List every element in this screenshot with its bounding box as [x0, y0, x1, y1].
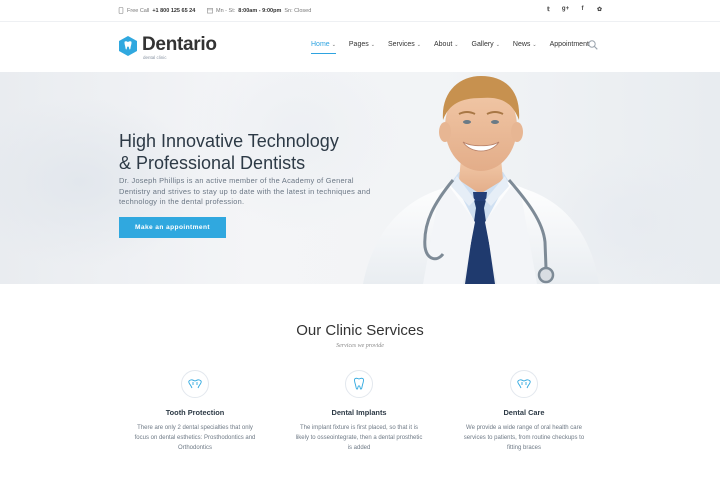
service-card-text: We provide a wide range of oral health c…	[463, 425, 585, 451]
service-card-tooth-protection: Tooth Protection There are only 2 dental…	[130, 370, 260, 453]
chevron-down-icon: ⌄	[331, 42, 336, 48]
nav-item-label: Pages	[348, 41, 369, 48]
nav-item-label: Home	[311, 41, 330, 48]
nav-item-label: Gallery	[471, 41, 494, 48]
tooth-icon	[345, 370, 373, 398]
search-icon[interactable]	[588, 40, 598, 50]
nav-item-services[interactable]: Services ⌄	[388, 41, 421, 48]
hero-description: Dr. Joseph Phillips is an active member …	[119, 176, 371, 206]
service-card-dental-care: Dental Care We provide a wide range of o…	[459, 370, 589, 453]
hero-title-line-1: High Innovative Technology	[119, 131, 339, 151]
service-card-text: There are only 2 dental specialties that…	[134, 425, 256, 451]
chevron-down-icon: ⌄	[454, 42, 459, 48]
doctor-photo	[363, 76, 599, 284]
top-bar: Free Call +1 800 125 65 24 Mn - St: 8:00…	[0, 0, 720, 22]
hero-title: High Innovative Technology & Professiona…	[119, 130, 379, 174]
nav-item-label: Appointment	[549, 41, 589, 48]
phone-info: Free Call +1 800 125 65 24	[118, 7, 195, 14]
hero-section: High Innovative Technology & Professiona…	[0, 72, 720, 284]
site-header: Dentario dental clinic Home ⌄ Pages ⌄ Serv…	[0, 22, 720, 72]
hero-title-line-2: & Professional Dentists	[119, 153, 306, 173]
main-nav: Home ⌄ Pages ⌄ Services ⌄ About ⌄ Gallery ⌄ N…	[311, 41, 602, 54]
chevron-down-icon: ⌄	[532, 42, 537, 48]
hours-value: 8:00am - 9:00pm	[238, 7, 282, 14]
nav-item-pages[interactable]: Pages ⌄	[349, 41, 375, 48]
nav-item-gallery[interactable]: Gallery ⌄	[472, 41, 500, 48]
twitter-icon[interactable]: 𝕥	[540, 6, 557, 13]
chevron-down-icon: ⌄	[370, 42, 375, 48]
social-links: 𝕥 g+ f ✿	[540, 6, 608, 13]
service-card-text: The implant fixture is first placed, so …	[295, 425, 423, 451]
google-plus-icon[interactable]: g+	[557, 6, 574, 13]
services-subtitle: Services we provide	[336, 343, 384, 349]
make-appointment-button[interactable]: Make an appointment	[119, 217, 226, 238]
nav-item-about[interactable]: About ⌄	[434, 41, 459, 48]
phone-icon	[118, 7, 124, 14]
logo-tagline: dental clinic	[143, 55, 167, 60]
services-title: Our Clinic Services	[296, 322, 424, 339]
calendar-icon	[207, 8, 213, 14]
nav-item-appointment[interactable]: Appointment	[550, 41, 589, 48]
teeth-icon	[181, 370, 209, 398]
hours-prefix: Mn - St:	[216, 7, 236, 14]
hours-suffix: Sn: Closed	[284, 7, 312, 14]
phone-prefix: Free Call	[127, 7, 150, 14]
logo-name: Dentario	[142, 34, 217, 55]
service-card-title: Dental Care	[503, 408, 545, 417]
nav-item-label: News	[512, 41, 531, 48]
service-card-title: Dental Implants	[331, 408, 387, 417]
chevron-down-icon: ⌄	[416, 42, 421, 48]
nav-item-news[interactable]: News ⌄	[513, 41, 537, 48]
teeth-icon	[510, 370, 538, 398]
foursquare-icon[interactable]: ✿	[591, 6, 608, 13]
nav-item-label: About	[434, 41, 453, 48]
service-card-dental-implants: Dental Implants The implant fixture is f…	[294, 370, 424, 453]
facebook-icon[interactable]: f	[574, 6, 591, 13]
service-card-title: Tooth Protection	[165, 408, 225, 417]
nav-item-label: Services	[387, 41, 415, 48]
logo[interactable]: Dentario dental clinic	[118, 35, 217, 60]
chevron-down-icon: ⌄	[495, 42, 500, 48]
hours-info: Mn - St: 8:00am - 9:00pm Sn: Closed	[207, 7, 311, 14]
tooth-logo-icon	[119, 36, 137, 56]
nav-item-home[interactable]: Home ⌄	[311, 41, 336, 54]
phone-number[interactable]: +1 800 125 65 24	[152, 8, 195, 14]
